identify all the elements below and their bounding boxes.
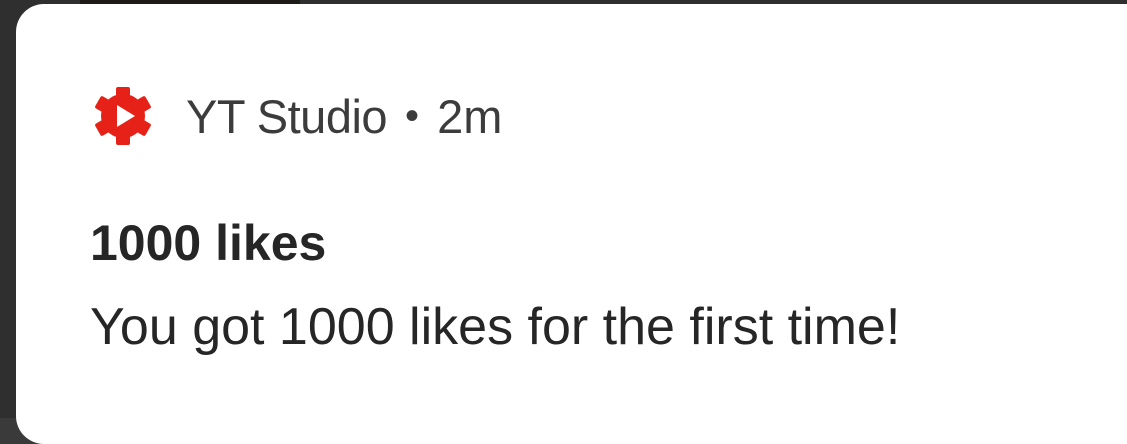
notification-title: 1000 likes xyxy=(90,215,327,271)
notification-header: YT Studio • 2m xyxy=(90,74,502,158)
separator-dot: • xyxy=(405,93,420,138)
app-name: YT Studio xyxy=(186,89,388,143)
yt-studio-icon xyxy=(95,87,151,145)
notification-body: You got 1000 likes for the first time! xyxy=(90,298,901,356)
notification-time: 2m xyxy=(437,89,503,143)
notification-card[interactable]: YT Studio • 2m 1000 likes You got 1000 l… xyxy=(16,4,1127,444)
